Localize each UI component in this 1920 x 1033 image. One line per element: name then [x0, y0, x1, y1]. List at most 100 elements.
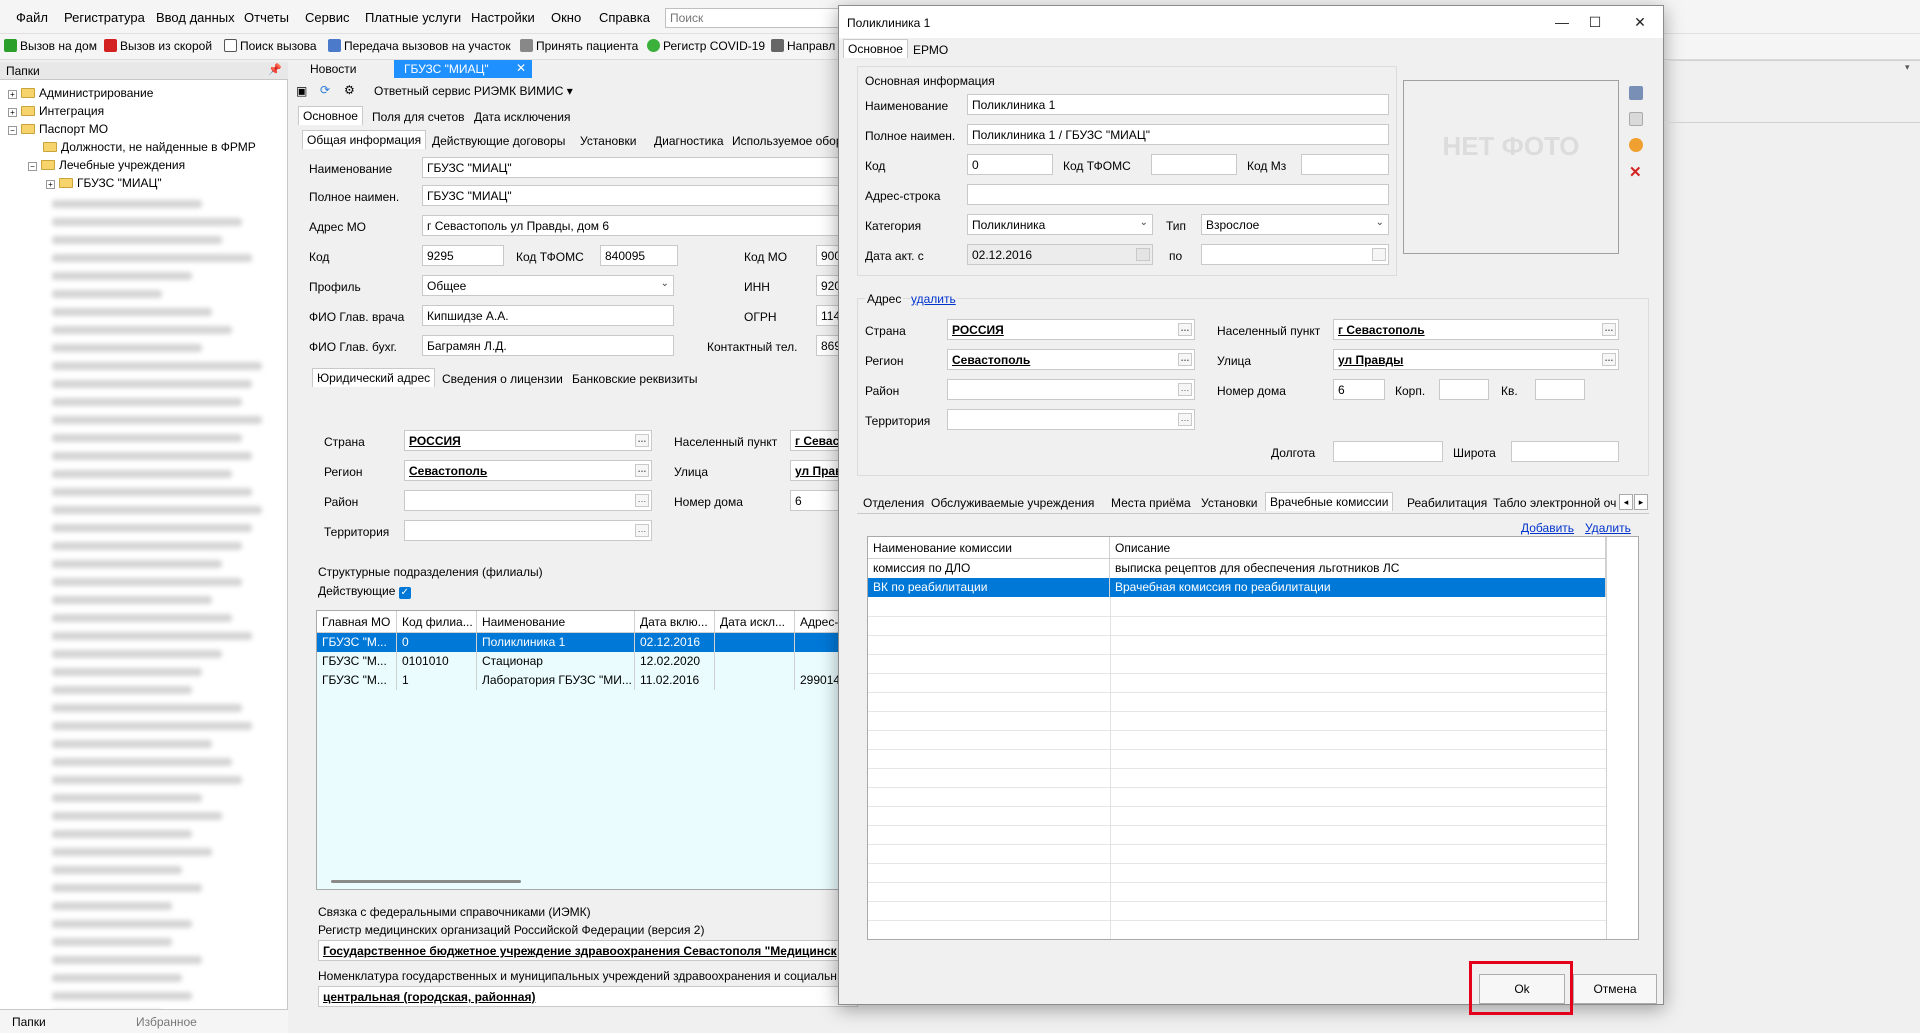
territory-field[interactable]: …: [947, 409, 1195, 430]
chevron-down-icon[interactable]: ▾: [1905, 62, 1910, 73]
col-commission-name[interactable]: Наименование комиссии: [868, 537, 1110, 559]
tab-rehabilitation[interactable]: Реабилитация: [1403, 494, 1491, 512]
tab-license[interactable]: Сведения о лицензии: [438, 370, 567, 388]
expand-icon[interactable]: +: [8, 108, 17, 117]
region-field[interactable]: Севастополь…: [404, 460, 652, 481]
chief-doctor-field[interactable]: Кипшидзе А.А.: [422, 305, 674, 326]
ellipsis-icon[interactable]: …: [1602, 353, 1616, 366]
ellipsis-icon[interactable]: …: [635, 524, 649, 537]
name-field[interactable]: ГБУЗС "МИАЦ": [422, 157, 842, 178]
tree-item-med-institutions[interactable]: − Лечебные учреждения: [28, 158, 185, 172]
collapse-icon[interactable]: −: [8, 126, 17, 135]
transfer-calls-button[interactable]: Передача вызовов на участок: [328, 39, 511, 53]
fed-nomenclature-field[interactable]: центральная (городская, районная): [318, 986, 858, 1007]
col-description[interactable]: Описание: [1110, 537, 1606, 559]
longitude-field[interactable]: [1333, 441, 1443, 462]
close-icon[interactable]: ✕: [1625, 12, 1655, 32]
tfoms-field[interactable]: 840095: [600, 245, 678, 266]
accept-patient-button[interactable]: Принять пациента: [520, 39, 638, 53]
expand-icon[interactable]: +: [8, 90, 17, 99]
cancel-button[interactable]: Отмена: [1573, 974, 1657, 1004]
palette-icon[interactable]: [1629, 138, 1643, 152]
chevron-left-icon[interactable]: ◂: [1619, 494, 1633, 510]
country-field[interactable]: РОССИЯ…: [947, 319, 1195, 340]
district-field[interactable]: …: [947, 379, 1195, 400]
tab-bank[interactable]: Банковские реквизиты: [568, 370, 701, 388]
collapse-icon[interactable]: −: [28, 162, 37, 171]
search-input[interactable]: [665, 8, 845, 28]
type-select[interactable]: Взрослое ⌄: [1201, 214, 1389, 235]
save-icon[interactable]: ▣: [296, 84, 307, 98]
add-link[interactable]: Добавить: [1521, 521, 1574, 535]
delete-link[interactable]: Удалить: [1585, 521, 1631, 535]
menu-window[interactable]: Окно: [551, 10, 581, 25]
table-row[interactable]: ГБУЗС "М... 0 Поликлиника 1 02.12.2016: [317, 633, 855, 652]
address-field[interactable]: г Севастополь ул Правды, дом 6: [422, 215, 842, 236]
camera-icon[interactable]: [1629, 86, 1643, 100]
tab-news[interactable]: Новости: [300, 60, 366, 78]
call-search-button[interactable]: Поиск вызова: [224, 39, 317, 53]
date-from-field[interactable]: 02.12.2016: [967, 244, 1153, 265]
tab-folders[interactable]: Папки: [12, 1015, 46, 1029]
tree-item-positions[interactable]: Должности, не найденные в ФРМР: [43, 140, 256, 154]
fullname-field[interactable]: Поликлиника 1 / ГБУЗС "МИАЦ": [967, 124, 1389, 145]
pin-icon[interactable]: 📌: [268, 63, 282, 76]
menu-registry[interactable]: Регистратура: [64, 10, 145, 25]
home-visit-button[interactable]: Вызов на дом: [4, 39, 97, 53]
tab-medical-commissions[interactable]: Врачебные комиссии: [1265, 492, 1394, 511]
city-field[interactable]: г Севастополь…: [1333, 319, 1619, 340]
direction-button[interactable]: Направл: [771, 39, 835, 53]
close-icon[interactable]: ✕: [516, 61, 526, 75]
ellipsis-icon[interactable]: …: [1178, 413, 1192, 426]
tfoms-field[interactable]: [1151, 154, 1237, 175]
apartment-field[interactable]: [1535, 379, 1585, 400]
menu-reports[interactable]: Отчеты: [244, 10, 289, 25]
menu-file[interactable]: Файл: [16, 10, 48, 25]
calendar-icon[interactable]: [1136, 248, 1150, 261]
date-to-field[interactable]: [1201, 244, 1389, 265]
fullname-field[interactable]: ГБУЗС "МИАЦ": [422, 185, 842, 206]
tree-item-miac[interactable]: + ГБУЗС "МИАЦ": [46, 176, 162, 190]
tab-served-institutions[interactable]: Обслуживаемые учреждения: [927, 494, 1098, 512]
tab-queue-board[interactable]: Табло электронной оч: [1489, 494, 1617, 512]
checkbox-checked-icon[interactable]: ✓: [398, 587, 411, 599]
street-field[interactable]: ул Правды…: [1333, 349, 1619, 370]
tab-settings[interactable]: Установки: [1197, 494, 1261, 512]
code-field[interactable]: 9295: [422, 245, 504, 266]
tab-diagnostics[interactable]: Диагностика: [650, 132, 728, 150]
tree-item-integration[interactable]: + Интеграция: [8, 104, 104, 118]
tab-general-info[interactable]: Общая информация: [302, 130, 427, 149]
tab-departments[interactable]: Отделения: [859, 494, 928, 512]
code-field[interactable]: 0: [967, 154, 1053, 175]
menu-settings[interactable]: Настройки: [471, 10, 535, 25]
tab-favorites[interactable]: Избранное: [136, 1015, 197, 1029]
address-delete-link[interactable]: удалить: [911, 292, 956, 306]
chief-accountant-field[interactable]: Баграмян Л.Д.: [422, 335, 674, 356]
col-date-in[interactable]: Дата вклю...: [635, 611, 715, 633]
fed-register-field[interactable]: Государственное бюджетное учреждение здр…: [318, 940, 858, 961]
calendar-icon[interactable]: [1372, 248, 1386, 261]
horizontal-scrollbar[interactable]: [331, 880, 521, 883]
name-field[interactable]: Поликлиника 1: [967, 94, 1389, 115]
chevron-right-icon[interactable]: ▸: [1634, 494, 1648, 510]
menu-data-entry[interactable]: Ввод данных: [156, 10, 235, 25]
col-main-mo[interactable]: Главная МО: [317, 611, 397, 633]
table-row[interactable]: ГБУЗС "М... 0101010 Стационар 12.02.2020: [317, 652, 855, 671]
settings-icon[interactable]: ⚙: [344, 83, 355, 97]
house-field[interactable]: 6: [1333, 379, 1385, 400]
col-name[interactable]: Наименование: [477, 611, 635, 633]
delete-icon[interactable]: ✕: [1629, 165, 1643, 180]
dialog-tab-ermo[interactable]: ЕРМО: [909, 41, 952, 59]
district-field[interactable]: …: [404, 490, 652, 511]
table-row[interactable]: ГБУЗС "М... 1 Лаборатория ГБУЗС "МИ... 1…: [317, 671, 855, 690]
table-row[interactable]: ВК по реабилитации Врачебная комиссия по…: [868, 578, 1606, 597]
ellipsis-icon[interactable]: …: [1178, 323, 1192, 336]
tab-settings[interactable]: Установки: [576, 132, 640, 150]
ellipsis-icon[interactable]: …: [635, 494, 649, 507]
menu-service[interactable]: Сервис: [305, 10, 350, 25]
tree-item-admin[interactable]: + Администрирование: [8, 86, 153, 100]
refresh-icon[interactable]: ⟳: [320, 83, 330, 97]
ellipsis-icon[interactable]: …: [1602, 323, 1616, 336]
region-field[interactable]: Севастополь…: [947, 349, 1195, 370]
tab-legal-address[interactable]: Юридический адрес: [312, 368, 436, 387]
